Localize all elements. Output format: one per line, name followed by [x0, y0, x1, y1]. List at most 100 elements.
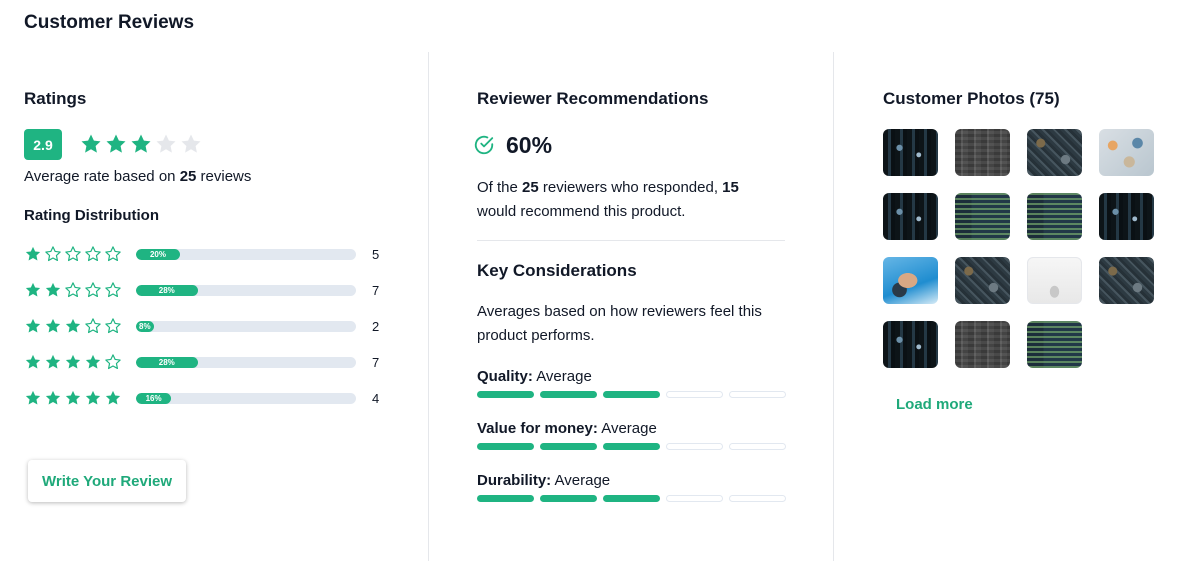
- distribution-title: Rating Distribution: [24, 207, 159, 224]
- consideration-item: Quality: Average: [477, 368, 787, 398]
- star-filled-icon: [25, 390, 41, 405]
- key-considerations-heading: Key Considerations: [477, 261, 637, 280]
- distribution-bar-fill: 28%: [136, 357, 198, 368]
- distribution-bar: 28%: [136, 357, 356, 368]
- distribution-stars: [24, 317, 122, 335]
- consideration-value: Average: [601, 420, 657, 437]
- star-filled-icon: [81, 134, 101, 153]
- ratings-section: Ratings 2.9 Average rate based on 25 rev…: [0, 52, 428, 561]
- meter-segment: [729, 495, 786, 502]
- star-filled-icon: [105, 390, 121, 405]
- distribution-bar: 16%: [136, 393, 356, 404]
- review-count: 25: [179, 168, 197, 185]
- star-filled-icon: [65, 354, 81, 369]
- star-filled-icon: [106, 134, 126, 153]
- rec-suffix: would recommend this product.: [477, 203, 686, 220]
- photo-thumbnail[interactable]: [1027, 193, 1082, 240]
- photo-thumbnail[interactable]: [1099, 193, 1154, 240]
- star-filled-icon: [25, 246, 41, 261]
- score-badge: 2.9: [24, 129, 62, 160]
- rec-middle: reviewers who responded,: [542, 179, 718, 196]
- meter-segment: [477, 495, 534, 502]
- star-filled-icon: [25, 282, 41, 297]
- consideration-name: Durability:: [477, 472, 552, 489]
- distribution-count: 2: [372, 319, 380, 334]
- consideration-name: Value for money:: [477, 420, 598, 437]
- star-empty-icon: [85, 246, 101, 262]
- distribution-row[interactable]: 28% 7: [24, 353, 404, 373]
- meter-segment: [477, 391, 534, 398]
- rec-prefix: Of the: [477, 179, 518, 196]
- consideration-meter: [477, 443, 787, 450]
- distribution-row[interactable]: 16% 4: [24, 389, 404, 409]
- distribution-count: 4: [372, 391, 380, 406]
- photo-thumbnail[interactable]: [1027, 257, 1082, 304]
- consideration-label: Quality: Average: [477, 368, 787, 385]
- average-rate-text: Average rate based on 25 reviews: [24, 168, 251, 185]
- distribution-bar-fill: 16%: [136, 393, 172, 404]
- distribution-count: 7: [372, 355, 380, 370]
- photos-section: Customer Photos (75) Load more: [833, 52, 1191, 561]
- photo-thumbnail[interactable]: [955, 193, 1010, 240]
- distribution-stars: [24, 281, 122, 299]
- distribution-bar-fill: 20%: [136, 249, 180, 260]
- consideration-item: Durability: Average: [477, 472, 787, 502]
- star-empty-icon: [105, 354, 121, 370]
- star-empty-icon: [65, 282, 81, 298]
- distribution-stars: [24, 353, 122, 371]
- write-review-button[interactable]: Write Your Review: [28, 460, 186, 502]
- consideration-meter: [477, 495, 787, 502]
- photos-heading: Customer Photos (75): [883, 89, 1060, 108]
- star-filled-icon: [45, 390, 61, 405]
- recommendations-section: Reviewer Recommendations 60% Of the 25 r…: [428, 52, 833, 561]
- ratings-heading: Ratings: [24, 89, 87, 108]
- photo-thumbnail[interactable]: [1027, 321, 1082, 368]
- photo-thumbnail[interactable]: [955, 129, 1010, 176]
- photo-grid: [883, 129, 1154, 368]
- star-filled-icon: [45, 318, 61, 333]
- consideration-item: Value for money: Average: [477, 420, 787, 450]
- distribution-bar: 8%: [136, 321, 356, 332]
- meter-segment: [540, 443, 597, 450]
- avg-suffix: reviews: [200, 168, 252, 185]
- photo-thumbnail[interactable]: [1027, 129, 1082, 176]
- photo-thumbnail[interactable]: [883, 129, 938, 176]
- page-title: Customer Reviews: [24, 12, 195, 33]
- distribution-row[interactable]: 28% 7: [24, 281, 404, 301]
- photo-thumbnail[interactable]: [883, 321, 938, 368]
- photo-thumbnail[interactable]: [1099, 129, 1154, 176]
- consideration-label: Value for money: Average: [477, 420, 787, 437]
- meter-segment: [603, 391, 660, 398]
- star-empty-icon: [45, 246, 61, 262]
- photo-thumbnail[interactable]: [1099, 257, 1154, 304]
- consideration-meter: [477, 391, 787, 398]
- load-more-button[interactable]: Load more: [896, 396, 973, 413]
- key-considerations-description: Averages based on how reviewers feel thi…: [477, 303, 762, 344]
- photo-thumbnail[interactable]: [955, 321, 1010, 368]
- star-empty-icon: [105, 282, 121, 298]
- star-empty-icon: [105, 318, 121, 334]
- distribution-stars: [24, 389, 122, 407]
- star-filled-icon: [65, 390, 81, 405]
- meter-segment: [729, 443, 786, 450]
- star-filled-icon: [45, 282, 61, 297]
- star-empty-icon: [156, 134, 176, 153]
- recommend-percent: 60%: [506, 132, 553, 158]
- distribution-stars: [24, 245, 122, 263]
- photo-thumbnail[interactable]: [883, 193, 938, 240]
- distribution-bar-fill: 28%: [136, 285, 198, 296]
- photo-thumbnail[interactable]: [883, 257, 938, 304]
- meter-segment: [666, 391, 723, 398]
- photo-thumbnail[interactable]: [955, 257, 1010, 304]
- distribution-row[interactable]: 8% 2: [24, 317, 404, 337]
- responded-count: 25: [522, 179, 539, 196]
- meter-segment: [666, 495, 723, 502]
- distribution-bar: 20%: [136, 249, 356, 260]
- star-filled-icon: [85, 354, 101, 369]
- star-empty-icon: [85, 318, 101, 334]
- meter-segment: [540, 391, 597, 398]
- star-empty-icon: [181, 134, 201, 153]
- distribution-bar-fill: 8%: [136, 321, 154, 332]
- distribution-row[interactable]: 20% 5: [24, 245, 404, 265]
- star-empty-icon: [85, 282, 101, 298]
